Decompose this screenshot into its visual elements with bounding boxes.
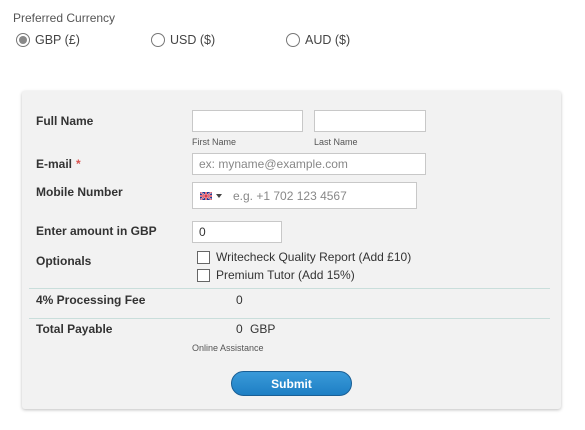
last-name-sublabel: Last Name xyxy=(314,137,358,147)
amount-input[interactable] xyxy=(192,221,282,243)
mobile-input[interactable] xyxy=(229,188,407,203)
checkbox-icon[interactable] xyxy=(197,250,210,264)
checkbox-icon[interactable] xyxy=(197,268,210,282)
required-mark: * xyxy=(76,157,81,171)
premium-tutor-option-label: Premium Tutor (Add 15%) xyxy=(216,268,355,282)
currency-title: Preferred Currency xyxy=(13,11,116,25)
writecheck-option-label: Writecheck Quality Report (Add £10) xyxy=(216,250,412,264)
total-payable-label: Total Payable xyxy=(36,322,113,336)
radio-usd-label: USD ($) xyxy=(170,33,216,47)
radio-gbp-label: GBP (£) xyxy=(35,33,80,47)
radio-aud-label: AUD ($) xyxy=(305,33,351,47)
email-label-text: E-mail xyxy=(36,157,73,171)
radio-usd[interactable]: USD ($) xyxy=(151,33,215,47)
total-currency: GBP xyxy=(250,322,276,336)
last-name-input[interactable] xyxy=(314,110,426,132)
email-label: E-mail * xyxy=(36,157,81,171)
first-name-input[interactable] xyxy=(192,110,303,132)
radio-unselected-icon xyxy=(151,33,165,47)
amount-label: Enter amount in GBP xyxy=(36,224,157,238)
radio-unselected-icon xyxy=(286,33,300,47)
chevron-down-icon xyxy=(216,193,222,198)
divider xyxy=(29,288,550,289)
processing-fee-value: 0 xyxy=(236,293,243,307)
premium-tutor-option[interactable]: Premium Tutor (Add 15%) xyxy=(197,268,355,282)
first-name-sublabel: First Name xyxy=(192,137,237,147)
submit-button[interactable]: Submit xyxy=(231,371,352,396)
radio-selected-icon xyxy=(16,33,30,47)
country-code-dropdown[interactable] xyxy=(193,183,229,208)
divider xyxy=(29,318,550,319)
writecheck-option[interactable]: Writecheck Quality Report (Add £10) xyxy=(197,250,411,264)
radio-gbp[interactable]: GBP (£) xyxy=(16,33,80,47)
full-name-label: Full Name xyxy=(36,114,94,128)
radio-aud[interactable]: AUD ($) xyxy=(286,33,350,47)
uk-flag-icon xyxy=(200,191,212,200)
payment-form-card: Full Name First Name Last Name E-mail* M… xyxy=(22,91,561,409)
online-assistance-note: Online Assistance xyxy=(192,343,264,353)
email-input[interactable] xyxy=(192,153,426,175)
optionals-label: Optionals xyxy=(36,254,92,268)
processing-fee-label: 4% Processing Fee xyxy=(36,293,146,307)
mobile-label: Mobile Number xyxy=(36,185,123,199)
mobile-phone-field xyxy=(192,182,417,209)
total-payable-value: 0 xyxy=(236,322,243,336)
